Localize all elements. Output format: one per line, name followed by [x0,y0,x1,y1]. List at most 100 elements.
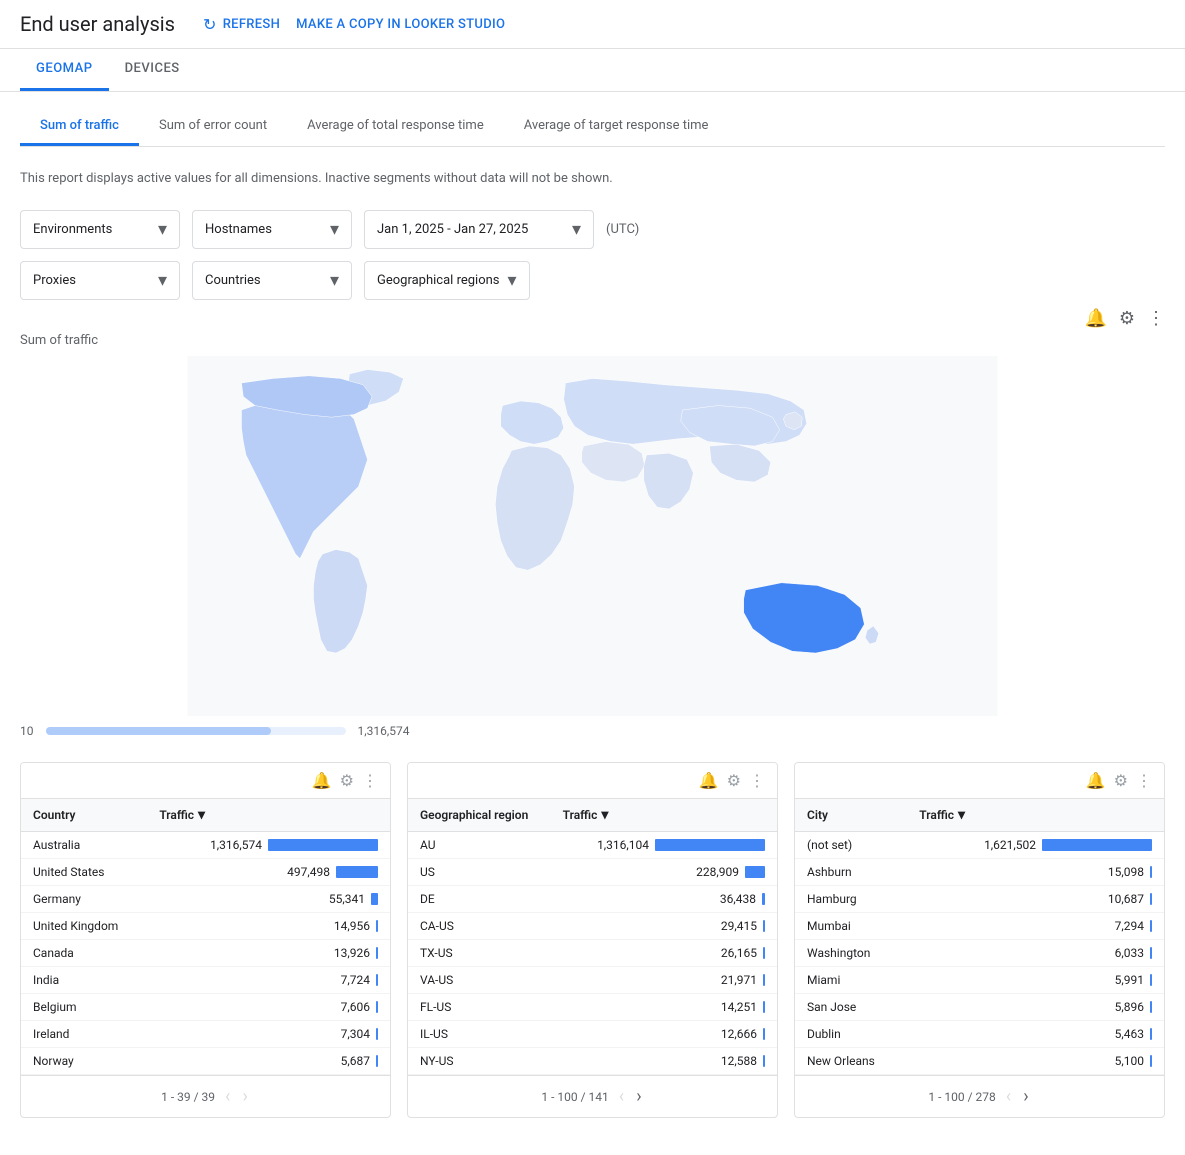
main-tabs: GEOMAP DEVICES [0,49,1185,92]
world-map [20,356,1165,716]
traffic-bar [376,974,378,986]
copy-looker-button[interactable]: MAKE A COPY IN LOOKER STUDIO [296,17,505,32]
geo-col-header: Geographical region [408,799,551,832]
country-traffic: 7,606 [147,994,390,1021]
traffic-bar [376,947,378,959]
country-table: 🔔 ⚙ ⋮ Country Traffic ▾ [20,762,391,1118]
geo-traffic-col-header[interactable]: Traffic ▾ [551,799,777,832]
geo-regions-arrow-icon: ▾ [508,270,517,291]
city-name: Mumbai [795,913,907,940]
table-row: Ireland 7,304 [21,1021,390,1048]
traffic-bar [763,920,765,932]
header: End user analysis ↻ REFRESH MAKE A COPY … [0,0,1185,49]
country-table-more-icon[interactable]: ⋮ [362,771,378,790]
geo-region: AU [408,832,551,859]
filters-row-2: Proxies ▾ Countries ▾ Geographical regio… [20,261,1165,300]
table-row: Mumbai 7,294 [795,913,1164,940]
country-traffic: 13,926 [147,940,390,967]
geo-table-filter-icon[interactable]: ⚙ [727,771,741,790]
map-lock-icon[interactable]: 🔔 [1084,308,1106,329]
refresh-label: REFRESH [223,17,280,32]
metric-tab-total-response[interactable]: Average of total response time [287,108,504,146]
main-content: Sum of traffic Sum of error count Averag… [0,92,1185,1118]
table-row: Washington 6,033 [795,940,1164,967]
environments-filter[interactable]: Environments ▾ [20,210,180,249]
metric-tab-target-response[interactable]: Average of target response time [504,108,729,146]
geo-table-lock-icon[interactable]: 🔔 [699,771,719,790]
city-table-lock-icon[interactable]: 🔔 [1086,771,1106,790]
table-row: Norway 5,687 [21,1048,390,1075]
country-table-lock-icon[interactable]: 🔔 [312,771,332,790]
city-table-more-icon[interactable]: ⋮ [1136,771,1152,790]
city-name: New Orleans [795,1048,907,1075]
table-row: Hamburg 10,687 [795,886,1164,913]
metric-tab-traffic[interactable]: Sum of traffic [20,108,139,146]
proxies-filter[interactable]: Proxies ▾ [20,261,180,300]
country-data-table: Country Traffic ▾ Australia 1,316,574 [21,799,390,1075]
utc-label: (UTC) [606,222,639,237]
country-table-filter-icon[interactable]: ⚙ [340,771,354,790]
country-name: India [21,967,147,994]
table-row: CA-US 29,415 [408,913,777,940]
country-page-info: 1 - 39 / 39 [161,1090,215,1104]
traffic-bar [1150,974,1152,986]
tab-devices[interactable]: DEVICES [109,49,196,91]
city-traffic: 10,687 [907,886,1164,913]
table-row: US 228,909 [408,859,777,886]
geo-traffic: 14,251 [551,994,777,1021]
table-row: New Orleans 5,100 [795,1048,1164,1075]
city-next-btn[interactable]: › [1021,1084,1030,1109]
city-traffic: 1,621,502 [907,832,1164,859]
geo-region: VA-US [408,967,551,994]
map-title: Sum of traffic [20,333,1165,348]
geo-data-table: Geographical region Traffic ▾ AU 1,31 [408,799,777,1075]
city-table-filter-icon[interactable]: ⚙ [1114,771,1128,790]
city-prev-btn[interactable]: ‹ [1004,1084,1013,1109]
traffic-bar [1150,866,1152,878]
geo-next-btn[interactable]: › [634,1084,643,1109]
geo-region: DE [408,886,551,913]
metric-tab-error[interactable]: Sum of error count [139,108,287,146]
traffic-bar [763,1028,765,1040]
geo-region: IL-US [408,1021,551,1048]
map-slider[interactable]: 10 1,316,574 [20,716,1165,754]
tab-geomap[interactable]: GEOMAP [20,49,109,91]
table-row: United Kingdom 14,956 [21,913,390,940]
city-traffic: 5,463 [907,1021,1164,1048]
country-name: United Kingdom [21,913,147,940]
city-name: Washington [795,940,907,967]
traffic-bar [655,839,765,851]
city-traffic-col-header[interactable]: Traffic ▾ [907,799,1164,832]
slider-track[interactable] [46,727,346,735]
table-row: Germany 55,341 [21,886,390,913]
geo-traffic: 26,165 [551,940,777,967]
geo-table: 🔔 ⚙ ⋮ Geographical region Traffic ▾ [407,762,778,1118]
environments-arrow-icon: ▾ [158,219,167,240]
traffic-bar [376,1055,378,1067]
geo-prev-btn[interactable]: ‹ [617,1084,626,1109]
country-traffic: 55,341 [147,886,390,913]
map-filter-icon[interactable]: ⚙ [1119,308,1135,329]
data-tables: 🔔 ⚙ ⋮ Country Traffic ▾ [20,762,1165,1118]
hostnames-filter[interactable]: Hostnames ▾ [192,210,352,249]
traffic-bar [763,1001,765,1013]
traffic-bar [376,1028,378,1040]
geo-regions-filter[interactable]: Geographical regions ▾ [364,261,530,300]
date-range-filter[interactable]: Jan 1, 2025 - Jan 27, 2025 ▾ [364,210,594,249]
traffic-bar [1150,920,1152,932]
country-traffic-col-header[interactable]: Traffic ▾ [147,799,390,832]
city-name: (not set) [795,832,907,859]
country-prev-btn[interactable]: ‹ [223,1084,232,1109]
map-more-icon[interactable]: ⋮ [1147,308,1165,329]
table-row: IL-US 12,666 [408,1021,777,1048]
country-next-btn[interactable]: › [240,1084,249,1109]
city-name: San Jose [795,994,907,1021]
traffic-bar [1150,1001,1152,1013]
table-row: Dublin 5,463 [795,1021,1164,1048]
city-traffic: 6,033 [907,940,1164,967]
geo-table-more-icon[interactable]: ⋮ [749,771,765,790]
refresh-button[interactable]: ↻ REFRESH [203,15,280,34]
geo-page-info: 1 - 100 / 141 [541,1090,608,1104]
countries-filter[interactable]: Countries ▾ [192,261,352,300]
slider-fill [46,727,271,735]
